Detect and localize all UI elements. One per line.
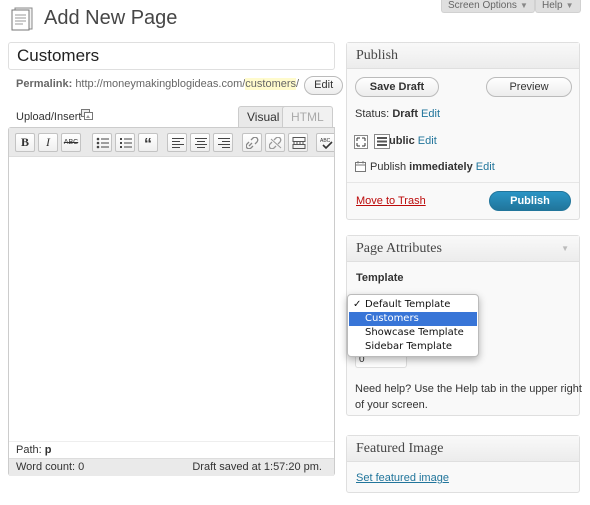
help-text: Need help? Use the Help tab in the upper… xyxy=(347,381,582,413)
word-count-value: 0 xyxy=(78,461,85,473)
featured-image-box: Featured Image Set featured image xyxy=(346,435,580,493)
featured-image-title[interactable]: Featured Image xyxy=(347,436,579,462)
bold-button[interactable]: B xyxy=(15,133,35,152)
bullet-list-button[interactable] xyxy=(92,133,112,152)
screen-options-tab[interactable]: Screen Options ▼ xyxy=(441,0,535,13)
publish-schedule-row: Publish immediately Edit xyxy=(347,161,579,173)
editor-status-bar: Word count: 0 Draft saved at 1:57:20 pm. xyxy=(9,458,334,476)
screen-options-arrow-icon: ▼ xyxy=(519,1,528,10)
tab-visual[interactable]: Visual xyxy=(238,106,289,128)
editor-toolbar: B I ABC “ ABC xyxy=(9,128,334,157)
save-draft-button[interactable]: Save Draft xyxy=(355,77,439,97)
align-center-icon xyxy=(195,138,207,148)
insert-more-button[interactable] xyxy=(288,133,308,152)
publish-schedule-label: Publish xyxy=(370,161,407,173)
permalink-slug[interactable]: customers xyxy=(245,78,297,90)
italic-button[interactable]: I xyxy=(38,133,58,152)
publish-button[interactable]: Publish xyxy=(489,191,571,211)
permalink-label: Permalink: xyxy=(16,78,73,90)
publish-box: Publish Save Draft Preview Status: Draft… xyxy=(346,42,580,220)
draft-saved-status: Draft saved at 1:57:20 pm. xyxy=(192,461,322,473)
status-value: Draft xyxy=(392,108,418,120)
template-dropdown[interactable]: ✓ Default Template Customers Showcase Te… xyxy=(347,294,479,357)
help-tab[interactable]: Help ▼ xyxy=(535,0,581,13)
template-option-sidebar[interactable]: Sidebar Template xyxy=(349,340,477,354)
tab-html[interactable]: HTML xyxy=(282,106,333,128)
editor-content-area[interactable] xyxy=(9,158,334,441)
blockquote-button[interactable]: “ xyxy=(138,133,158,153)
publish-schedule-value: immediately xyxy=(409,161,473,173)
word-count: Word count: 0 xyxy=(16,459,84,476)
visibility-edit-link[interactable]: Edit xyxy=(418,135,437,147)
editor: B I ABC “ ABC Path: p Word count: 0 Draf… xyxy=(8,127,335,476)
status-row: Status: Draft Edit xyxy=(347,108,579,120)
template-option-label: Default Template xyxy=(365,299,451,310)
permalink-trailing: / xyxy=(296,78,300,90)
spellcheck-icon: ABC xyxy=(320,138,333,150)
calendar-icon xyxy=(355,161,366,172)
preview-button[interactable]: Preview xyxy=(486,77,572,97)
template-label: Template xyxy=(356,272,404,284)
path-label: Path: xyxy=(16,444,42,456)
unlink-icon xyxy=(269,137,282,149)
permalink-base-url: http://moneymakingblogideas.com/ xyxy=(75,78,246,90)
check-icon: ✓ xyxy=(353,299,362,310)
word-count-label: Word count: xyxy=(16,461,76,473)
page-attributes-title-text: Page Attributes xyxy=(356,241,442,256)
path-bar: Path: p xyxy=(9,441,334,457)
help-label: Help xyxy=(542,0,563,11)
title-input[interactable]: Customers xyxy=(8,42,335,70)
spellcheck-button[interactable]: ABC xyxy=(316,133,334,152)
path-value[interactable]: p xyxy=(45,444,52,456)
help-text-line1: Need help? Use the Help tab in the upper… xyxy=(355,383,582,395)
numbered-list-button[interactable] xyxy=(115,133,135,152)
featured-image-row: Set featured image xyxy=(347,472,579,484)
move-to-trash-link[interactable]: Move to Trash xyxy=(356,195,426,207)
upload-insert-label: Upload/Insert xyxy=(16,111,82,123)
status-label: Status: xyxy=(355,108,390,120)
publish-box-title[interactable]: Publish xyxy=(347,43,579,69)
template-option-default[interactable]: ✓ Default Template xyxy=(349,298,477,312)
publish-divider xyxy=(347,182,579,183)
align-left-button[interactable] xyxy=(167,133,187,152)
bullet-list-icon xyxy=(96,137,109,149)
more-tag-icon xyxy=(292,137,306,149)
add-media-icon[interactable] xyxy=(81,109,93,121)
permalink-row: Permalink: http://moneymakingblogideas.c… xyxy=(16,76,344,95)
help-arrow-icon: ▼ xyxy=(565,1,574,10)
set-featured-image-link[interactable]: Set featured image xyxy=(356,472,449,484)
link-icon xyxy=(246,137,259,149)
align-left-icon xyxy=(172,138,184,148)
align-right-button[interactable] xyxy=(213,133,233,152)
screen-options-label: Screen Options xyxy=(448,0,517,11)
page-title: Add New Page xyxy=(44,7,178,29)
fullscreen-icon[interactable] xyxy=(354,135,368,149)
align-right-icon xyxy=(218,138,230,148)
strikethrough-button[interactable]: ABC xyxy=(61,133,81,152)
template-option-showcase[interactable]: Showcase Template xyxy=(349,326,477,340)
pages-icon xyxy=(11,7,33,31)
insert-link-button[interactable] xyxy=(242,133,262,152)
status-edit-link[interactable]: Edit xyxy=(421,108,440,120)
svg-text:ABC: ABC xyxy=(320,138,331,144)
keyboard-icon[interactable] xyxy=(374,134,390,149)
help-text-line2: of your screen. xyxy=(355,399,428,411)
permalink-edit-button[interactable]: Edit xyxy=(304,76,344,95)
align-center-button[interactable] xyxy=(190,133,210,152)
unlink-button[interactable] xyxy=(265,133,285,152)
publish-schedule-edit-link[interactable]: Edit xyxy=(476,161,495,173)
template-option-customers[interactable]: Customers xyxy=(349,312,477,326)
page-attributes-title[interactable]: Page Attributes ▼ xyxy=(347,236,579,262)
collapse-arrow-icon[interactable]: ▼ xyxy=(561,236,569,261)
numbered-list-icon xyxy=(120,138,132,148)
